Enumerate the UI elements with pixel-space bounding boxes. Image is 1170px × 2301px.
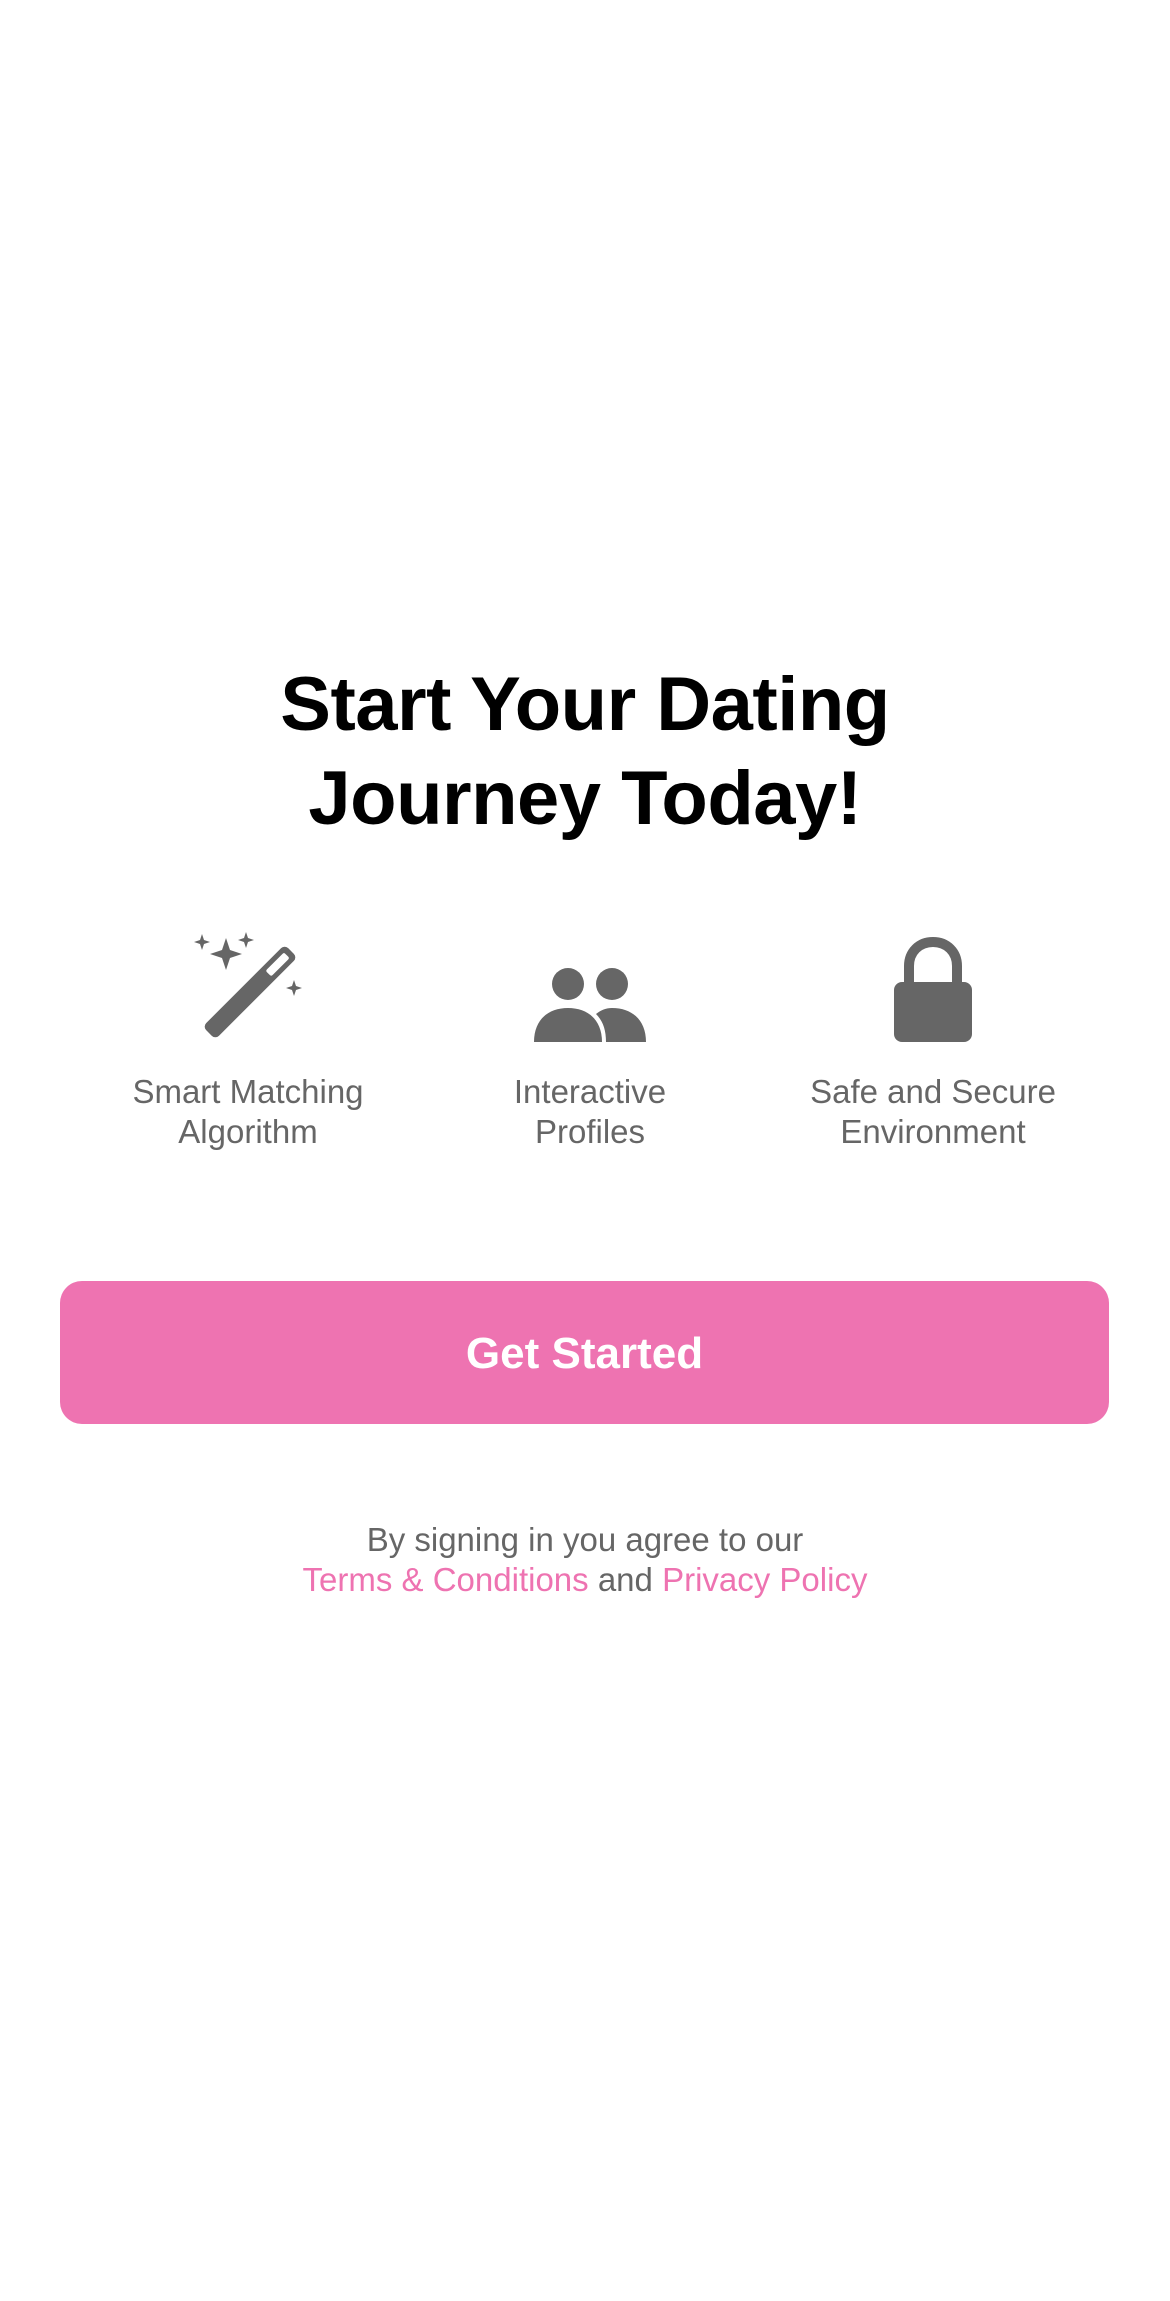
lock-icon: [868, 930, 998, 1048]
page-title: Start Your Dating Journey Today!: [0, 658, 1170, 846]
feature-smart-matching: Smart Matching Algorithm: [83, 930, 413, 1152]
privacy-policy-link[interactable]: Privacy Policy: [662, 1561, 867, 1598]
legal-intro-text: By signing in you agree to our: [366, 1521, 804, 1558]
feature-smart-matching-label: Smart Matching Algorithm: [83, 1072, 413, 1152]
get-started-button[interactable]: Get Started: [60, 1281, 1109, 1424]
feature-interactive-profiles: Interactive Profiles: [425, 930, 755, 1152]
feature-label-line-1: Safe and Secure: [810, 1073, 1056, 1110]
feature-list: Smart Matching Algorithm Interactive Pro…: [0, 930, 1170, 1170]
magic-wand-icon: [183, 930, 313, 1048]
feature-safe-secure-label: Safe and Secure Environment: [768, 1072, 1098, 1152]
feature-safe-secure: Safe and Secure Environment: [768, 930, 1098, 1152]
onboarding-screen: Start Your Dating Journey Today! Smart M…: [0, 0, 1170, 2301]
legal-notice: By signing in you agree to our Terms & C…: [0, 1520, 1170, 1600]
feature-interactive-profiles-label: Interactive Profiles: [425, 1072, 755, 1152]
feature-label-line-1: Smart Matching: [132, 1073, 364, 1110]
feature-label-line-2: Environment: [840, 1113, 1026, 1150]
legal-conjunction: and: [597, 1561, 653, 1598]
feature-label-line-2: Algorithm: [178, 1113, 318, 1150]
feature-label-line-1: Interactive: [513, 1073, 667, 1110]
page-title-line-1: Start Your Dating: [280, 662, 890, 747]
people-icon: [525, 930, 655, 1048]
terms-link[interactable]: Terms & Conditions: [303, 1561, 589, 1598]
feature-label-line-2: Profiles: [534, 1113, 646, 1150]
page-title-line-2: Journey Today!: [308, 756, 862, 841]
legal-links-line: Terms & Conditions and Privacy Policy: [0, 1560, 1170, 1600]
